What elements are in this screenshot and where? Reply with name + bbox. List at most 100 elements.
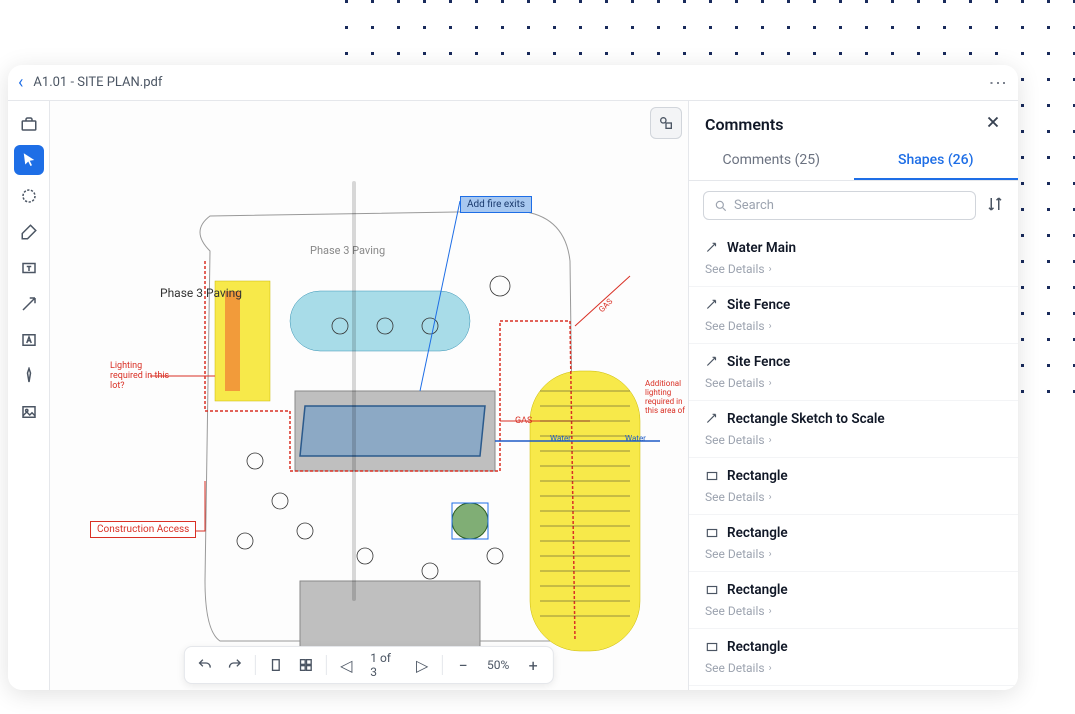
next-page-button[interactable]: ▷ [410, 652, 434, 678]
grid-icon [297, 657, 313, 673]
arrow-icon [20, 295, 38, 313]
shape-item-label: Rectangle [727, 468, 788, 484]
pen-icon [20, 223, 38, 241]
annotation-gas: GAS [515, 416, 532, 426]
shape-item[interactable]: Site Fence See Details› [689, 287, 1018, 344]
cursor-button[interactable] [14, 145, 44, 175]
see-details-link[interactable]: See Details› [705, 262, 1002, 276]
tab-shapes[interactable]: Shapes (26) [854, 142, 1019, 180]
image-button[interactable] [14, 397, 44, 427]
chevron-right-icon: › [769, 264, 772, 275]
annotation-construction-access[interactable]: Construction Access [90, 521, 196, 538]
arrow-button[interactable] [14, 289, 44, 319]
line-icon [705, 355, 719, 369]
tab-comments[interactable]: Comments (25) [689, 142, 854, 180]
search-icon [714, 199, 728, 213]
zoom-out-button[interactable]: − [451, 652, 475, 678]
panel-tabs: Comments (25) Shapes (26) [689, 142, 1018, 181]
rectangle-icon [705, 526, 719, 540]
line-icon [705, 241, 719, 255]
sort-icon [986, 195, 1004, 213]
back-button[interactable]: ‹ [18, 72, 23, 93]
sort-button[interactable] [986, 195, 1004, 217]
rectangle-icon [705, 469, 719, 483]
titlebar: ‹ A1.01 - SITE PLAN.pdf ⋮ [8, 65, 1018, 101]
undo-button[interactable] [193, 652, 217, 678]
shapes-dropdown-button[interactable] [650, 107, 682, 139]
shape-item-label: Site Fence [727, 297, 790, 313]
search-input[interactable]: Search [703, 191, 976, 220]
view-grid-button[interactable] [293, 652, 317, 678]
site-plan-drawing [100, 161, 660, 681]
shape-item[interactable]: Water MainSee Details› [689, 230, 1018, 287]
search-placeholder: Search [734, 198, 774, 213]
highlighter-icon [20, 367, 38, 385]
shapes-list[interactable]: Water MainSee Details› Site Fence See Deta… [689, 230, 1018, 690]
shape-item[interactable]: Site Fence See Details› [689, 344, 1018, 401]
redo-button[interactable] [223, 652, 247, 678]
shapes-icon [658, 115, 674, 131]
line-icon [705, 298, 719, 312]
prev-page-button[interactable]: ◁ [334, 652, 358, 678]
page-indicator: 1 of 3 [364, 651, 404, 679]
chevron-right-icon: › [769, 321, 772, 332]
line-icon [705, 412, 719, 426]
panel-close-button[interactable] [984, 113, 1002, 136]
see-details-link[interactable]: See Details› [705, 319, 1002, 333]
shape-item[interactable]: Rectangle See Details› [689, 458, 1018, 515]
annotation-water-2: Water [625, 434, 646, 443]
highlighter-button[interactable] [14, 361, 44, 391]
gear-shape-icon [20, 187, 38, 205]
see-details-link[interactable]: See Details› [705, 604, 1002, 618]
pen-button[interactable] [14, 217, 44, 247]
shape-item[interactable]: Rectangle See Details› [689, 572, 1018, 629]
comments-panel: Comments Comments (25) Shapes (26) Searc… [688, 101, 1018, 690]
see-details-link[interactable]: See Details› [705, 547, 1002, 561]
see-details-link[interactable]: See Details› [705, 376, 1002, 390]
app-window: ‹ A1.01 - SITE PLAN.pdf ⋮ [8, 65, 1018, 690]
chevron-right-icon: › [769, 663, 772, 674]
redo-icon [227, 657, 243, 673]
chevron-right-icon: ▷ [416, 656, 428, 675]
plus-icon: + [529, 656, 538, 675]
image-icon [20, 403, 38, 421]
textbox-icon [20, 259, 38, 277]
viewer-bottom-toolbar: ◁ 1 of 3 ▷ − 50% + [184, 646, 554, 684]
canvas-scrollbar[interactable] [352, 181, 356, 601]
see-details-link[interactable]: See Details› [705, 490, 1002, 504]
see-details-link[interactable]: See Details› [705, 661, 1002, 675]
label-phase3-top: Phase 3 Paving [310, 244, 385, 257]
undo-icon [197, 657, 213, 673]
close-icon [984, 113, 1002, 131]
shape-item[interactable]: Rectangle Sketch to ScaleSee Details› [689, 401, 1018, 458]
annotation-fire-exits[interactable]: Add fire exits [460, 196, 532, 213]
annotation-lighting: Lighting required in this lot? [110, 361, 170, 391]
shape-button[interactable] [14, 181, 44, 211]
shape-item-label: Rectangle [727, 582, 788, 598]
text-a-icon [20, 331, 38, 349]
cursor-icon [20, 151, 38, 169]
shape-item-label: Rectangle [727, 639, 788, 655]
annotation-water: Water [550, 434, 571, 443]
chevron-right-icon: › [769, 378, 772, 389]
canvas-viewport[interactable]: Add fire exits Phase 3 Paving Phase 3 Pa… [50, 101, 688, 690]
text-a-button[interactable] [14, 325, 44, 355]
see-details-link[interactable]: See Details› [705, 433, 1002, 447]
shape-item[interactable]: Rectangle See Details› [689, 629, 1018, 686]
toolbox-icon [20, 115, 38, 133]
chevron-right-icon: › [769, 606, 772, 617]
panel-title: Comments [705, 115, 783, 134]
shape-item-label: Rectangle [727, 525, 788, 541]
rectangle-icon [705, 640, 719, 654]
chevron-right-icon: › [769, 549, 772, 560]
toolbox-button[interactable] [14, 109, 44, 139]
more-menu-button[interactable]: ⋮ [987, 74, 1008, 92]
textbox-button[interactable] [14, 253, 44, 283]
annotation-additional-lighting: Additional lighting required in this are… [645, 379, 688, 415]
zoom-in-button[interactable]: + [521, 652, 545, 678]
chevron-right-icon: › [769, 435, 772, 446]
shape-item-label: Site Fence [727, 354, 790, 370]
zoom-level: 50% [481, 658, 515, 672]
shape-item[interactable]: Rectangle See Details› [689, 515, 1018, 572]
view-single-button[interactable] [264, 652, 288, 678]
